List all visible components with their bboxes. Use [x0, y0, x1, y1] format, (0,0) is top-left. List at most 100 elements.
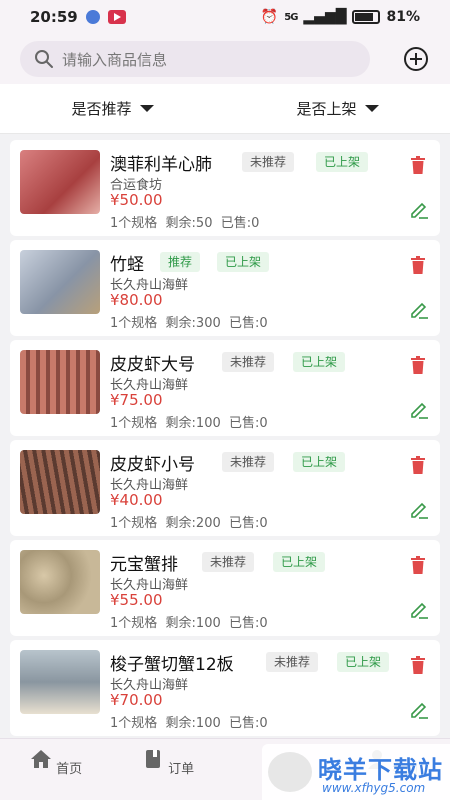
edit-icon[interactable]	[408, 398, 430, 420]
sold-count: 已售:0	[229, 716, 268, 731]
product-name: 竹蛏	[110, 255, 144, 275]
product-thumbnail	[20, 550, 100, 614]
status-badge: 已上架	[217, 252, 270, 272]
stock-info: 1个规格 剩余:100 已售:0	[110, 412, 268, 431]
edit-icon[interactable]	[408, 198, 430, 220]
spec-count: 1个规格	[110, 216, 158, 231]
recommend-filter[interactable]: 是否推荐	[71, 98, 154, 119]
trash-icon[interactable]	[410, 556, 426, 574]
plus-circle-icon	[404, 47, 428, 71]
tab-orders[interactable]: 订单	[138, 749, 198, 777]
recommend-badge: 未推荐	[202, 552, 255, 572]
search-placeholder: 请输入商品信息	[62, 50, 168, 69]
recommend-badge: 未推荐	[222, 452, 275, 472]
trash-icon[interactable]	[410, 256, 426, 274]
price: ¥70.00	[110, 691, 163, 709]
edit-icon[interactable]	[408, 598, 430, 620]
stock-info: 1个规格 剩余:200 已售:0	[110, 512, 268, 531]
listed-filter[interactable]: 是否上架	[296, 98, 379, 119]
stock-left: 剩余:200	[165, 516, 221, 531]
product-card[interactable]: 梭子蟹切蟹12板 未推荐 已上架 长久舟山海鲜 ¥70.00 1个规格 剩余:1…	[10, 640, 440, 736]
status-badge: 已上架	[293, 352, 346, 372]
recommend-badge: 未推荐	[222, 352, 275, 372]
trash-icon[interactable]	[410, 356, 426, 374]
stock-info: 1个规格 剩余:100 已售:0	[110, 712, 268, 731]
stock-info: 1个规格 剩余:50 已售:0	[110, 212, 259, 231]
sold-count: 已售:0	[229, 616, 268, 631]
sold-count: 已售:0	[229, 316, 268, 331]
trash-icon[interactable]	[410, 456, 426, 474]
stock-left: 剩余:100	[165, 416, 221, 431]
price: ¥75.00	[110, 391, 163, 409]
recommend-badge: 未推荐	[242, 152, 295, 172]
listed-filter-label: 是否上架	[296, 100, 357, 118]
network-label: 5G	[284, 11, 298, 23]
battery-icon	[352, 10, 381, 24]
status-badge: 已上架	[293, 452, 346, 472]
status-badge: 已上架	[337, 652, 390, 672]
home-icon	[30, 750, 51, 768]
stock-left: 剩余:100	[165, 716, 221, 731]
signal-icon: ▂▄▆█	[303, 9, 347, 25]
status-badge: 已上架	[273, 552, 326, 572]
trash-icon[interactable]	[410, 156, 426, 174]
edit-icon[interactable]	[408, 698, 430, 720]
video-app-icon	[107, 10, 126, 24]
battery-level: 81%	[386, 9, 420, 25]
status-bar: 20:59 ⏰ 5G ▂▄▆█ 81%	[0, 0, 450, 34]
clock: 20:59	[30, 8, 78, 26]
product-card[interactable]: 澳菲利羊心肺 未推荐 已上架 合运食坊 ¥50.00 1个规格 剩余:50 已售…	[10, 140, 440, 236]
book-icon	[145, 750, 160, 768]
spec-count: 1个规格	[110, 316, 158, 331]
alarm-icon: ⏰	[260, 9, 279, 25]
product-thumbnail	[20, 350, 100, 414]
price: ¥80.00	[110, 291, 163, 309]
product-thumbnail	[20, 150, 100, 214]
product-name: 皮皮虾小号	[110, 455, 195, 475]
tab-home-label: 首页	[56, 762, 83, 777]
add-product-button[interactable]	[402, 45, 430, 73]
caret-down-icon	[364, 105, 379, 112]
status-badge: 已上架	[316, 152, 369, 172]
product-thumbnail	[20, 650, 100, 714]
spec-count: 1个规格	[110, 616, 158, 631]
recommend-badge: 未推荐	[266, 652, 319, 672]
product-card[interactable]: 竹蛏 推荐 已上架 长久舟山海鲜 ¥80.00 1个规格 剩余:300 已售:0	[10, 240, 440, 336]
notification-icon	[85, 10, 100, 24]
product-thumbnail	[20, 450, 100, 514]
product-name: 元宝蟹排	[110, 555, 178, 575]
price: ¥50.00	[110, 191, 163, 209]
edit-icon[interactable]	[408, 498, 430, 520]
spec-count: 1个规格	[110, 516, 158, 531]
caret-down-icon	[139, 105, 154, 112]
product-name: 皮皮虾大号	[110, 355, 195, 375]
recommend-badge: 推荐	[160, 252, 201, 272]
sheep-logo-icon	[268, 752, 312, 792]
sold-count: 已售:0	[220, 216, 260, 231]
watermark-title: 晓羊下载站	[318, 756, 443, 784]
product-card[interactable]: 皮皮虾大号 未推荐 已上架 长久舟山海鲜 ¥75.00 1个规格 剩余:100 …	[10, 340, 440, 436]
watermark-overlay: 晓羊下载站 www.xfhyg5.com	[262, 744, 450, 800]
search-row: 请输入商品信息	[0, 34, 450, 84]
stock-left: 剩余:50	[165, 216, 213, 231]
stock-left: 剩余:300	[165, 316, 221, 331]
stock-info: 1个规格 剩余:300 已售:0	[110, 312, 268, 331]
stock-left: 剩余:100	[165, 616, 221, 631]
spec-count: 1个规格	[110, 716, 158, 731]
search-icon	[35, 50, 53, 68]
stock-info: 1个规格 剩余:100 已售:0	[110, 612, 268, 631]
search-input[interactable]: 请输入商品信息	[20, 41, 370, 77]
trash-icon[interactable]	[410, 656, 426, 674]
sold-count: 已售:0	[229, 416, 268, 431]
price: ¥40.00	[110, 491, 163, 509]
product-name: 梭子蟹切蟹12板	[110, 655, 234, 675]
filter-bar: 是否推荐 是否上架	[0, 84, 450, 134]
edit-icon[interactable]	[408, 298, 430, 320]
product-name: 澳菲利羊心肺	[110, 155, 212, 175]
watermark-url: www.xfhyg5.com	[322, 781, 426, 795]
product-card[interactable]: 皮皮虾小号 未推荐 已上架 长久舟山海鲜 ¥40.00 1个规格 剩余:200 …	[10, 440, 440, 536]
recommend-filter-label: 是否推荐	[71, 100, 132, 118]
product-card[interactable]: 元宝蟹排 未推荐 已上架 长久舟山海鲜 ¥55.00 1个规格 剩余:100 已…	[10, 540, 440, 636]
tab-home[interactable]: 首页	[26, 749, 86, 777]
tab-orders-label: 订单	[168, 762, 195, 777]
